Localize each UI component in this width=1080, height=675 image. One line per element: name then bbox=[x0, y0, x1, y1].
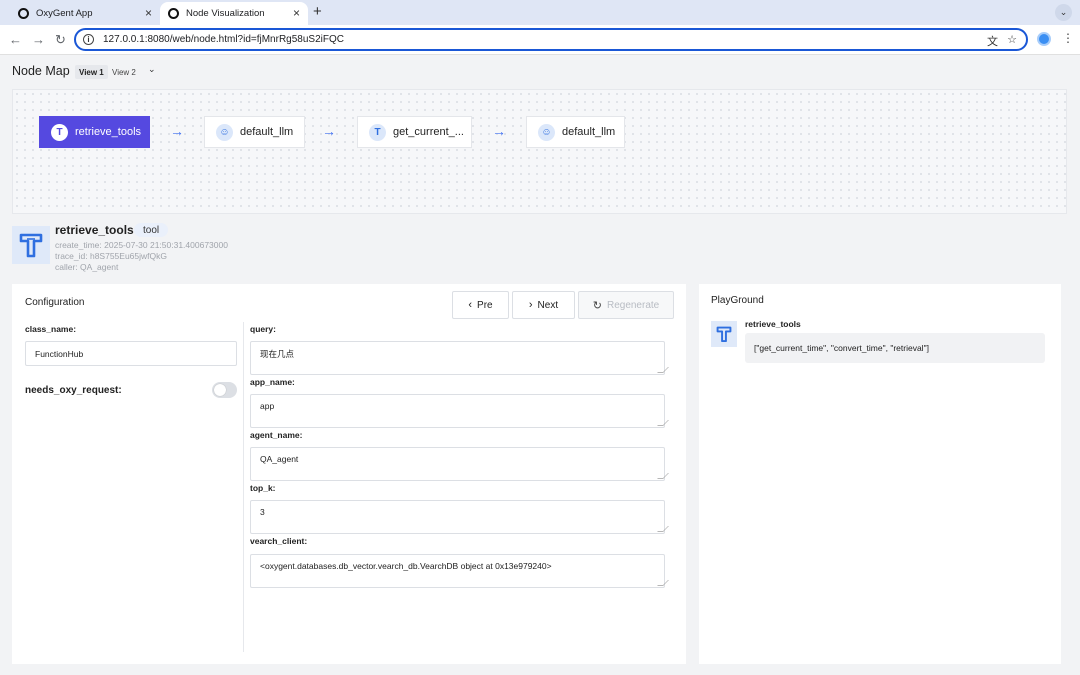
view-1-button[interactable]: View 1 bbox=[75, 65, 108, 79]
oxygent-favicon-icon bbox=[168, 8, 179, 19]
site-info-icon[interactable]: i bbox=[83, 34, 94, 45]
browser-tab-bar: OxyGent App × Node Visualization × + ⌄ bbox=[0, 0, 1080, 25]
message-sender-name: retrieve_tools bbox=[745, 319, 801, 329]
class-name-label: class_name: bbox=[25, 324, 77, 334]
back-arrow-icon[interactable]: ← bbox=[9, 32, 22, 47]
resize-handle[interactable] bbox=[657, 580, 669, 586]
create-time: create_time: 2025-07-30 21:50:31.4006730… bbox=[55, 240, 228, 250]
resize-handle[interactable] bbox=[657, 367, 669, 373]
node-label: default_llm bbox=[562, 126, 616, 138]
next-label: Next bbox=[537, 299, 559, 311]
top-k-value: 3 bbox=[260, 507, 265, 517]
chevron-down-icon[interactable]: ⌄ bbox=[148, 64, 156, 75]
message-bubble: ["get_current_time", "convert_time", "re… bbox=[745, 333, 1045, 363]
new-tab-plus-icon[interactable]: + bbox=[313, 3, 322, 20]
vearch-client-field[interactable]: <oxygent.databases.db_vector.vearch_db.V… bbox=[250, 554, 669, 588]
node-name: retrieve_tools bbox=[55, 223, 134, 237]
llm-icon: ☺ bbox=[216, 123, 233, 141]
needs-oxy-request-label: needs_oxy_request: bbox=[25, 385, 122, 396]
next-button[interactable]: › Next bbox=[512, 291, 575, 319]
browser-menu-icon[interactable]: ⋮ bbox=[1062, 31, 1074, 45]
toggle-knob bbox=[214, 384, 226, 396]
top-k-label: top_k: bbox=[250, 483, 276, 493]
flow-arrow-icon: → bbox=[492, 123, 506, 139]
query-field[interactable]: 现在几点 bbox=[250, 341, 669, 375]
tool-icon: T bbox=[51, 123, 68, 141]
vearch-client-value: <oxygent.databases.db_vector.vearch_db.V… bbox=[260, 561, 552, 571]
tab-node-visualization[interactable]: Node Visualization × bbox=[160, 2, 308, 25]
flow-arrow-icon: → bbox=[322, 123, 336, 139]
app-name-value: app bbox=[260, 401, 275, 411]
resize-handle[interactable] bbox=[657, 526, 669, 532]
node-label: retrieve_tools bbox=[75, 126, 142, 138]
view-2-button[interactable]: View 2 bbox=[108, 65, 140, 79]
reload-icon[interactable]: ↻ bbox=[55, 32, 66, 48]
chevron-right-icon: › bbox=[528, 299, 533, 311]
caller: caller: QA_agent bbox=[55, 262, 119, 272]
address-url[interactable]: 127.0.0.1:8080/web/node.html?id=fjMnrRg5… bbox=[103, 34, 344, 45]
tool-icon bbox=[711, 321, 737, 347]
oxygent-favicon-icon bbox=[18, 8, 29, 19]
column-divider bbox=[243, 322, 244, 652]
tool-icon: T bbox=[369, 123, 386, 141]
tab-search-chevron-icon[interactable]: ⌄ bbox=[1055, 4, 1072, 21]
node-label: get_current_... bbox=[393, 126, 464, 138]
top-k-field[interactable]: 3 bbox=[250, 500, 669, 534]
flow-arrow-icon: → bbox=[170, 123, 184, 139]
configuration-title: Configuration bbox=[25, 297, 85, 308]
needs-oxy-request-toggle[interactable] bbox=[212, 382, 237, 398]
trace-id: trace_id: h8S755Eu65jwfQkG bbox=[55, 251, 167, 261]
tool-icon bbox=[12, 226, 50, 264]
agent-name-value: QA_agent bbox=[260, 454, 299, 464]
forward-arrow-icon[interactable]: → bbox=[32, 32, 45, 47]
llm-icon: ☺ bbox=[538, 123, 555, 141]
extension-icon[interactable] bbox=[1037, 32, 1051, 46]
browser-toolbar: ← → ↻ i 127.0.0.1:8080/web/node.html?id=… bbox=[0, 25, 1080, 55]
node-type-badge: tool bbox=[134, 223, 169, 237]
close-tab-icon[interactable]: × bbox=[293, 6, 300, 20]
playground-title: PlayGround bbox=[711, 295, 764, 306]
node-label: default_llm bbox=[240, 126, 294, 138]
app-name-field[interactable]: app bbox=[250, 394, 669, 428]
node-default-llm[interactable]: ☺ default_llm bbox=[526, 116, 625, 148]
query-value: 现在几点 bbox=[260, 349, 295, 359]
node-default-llm[interactable]: ☺ default_llm bbox=[204, 116, 305, 148]
app-name-label: app_name: bbox=[250, 377, 295, 387]
vearch-client-label: vearch_client: bbox=[250, 536, 308, 546]
query-label: query: bbox=[250, 324, 276, 334]
close-tab-icon[interactable]: × bbox=[145, 6, 152, 20]
bookmark-star-icon[interactable]: ☆ bbox=[1007, 33, 1017, 46]
node-get-current-time[interactable]: T get_current_... bbox=[357, 116, 472, 148]
tab-title: OxyGent App bbox=[36, 8, 93, 19]
page-title: Node Map bbox=[12, 64, 70, 78]
pre-button[interactable]: ‹ Pre bbox=[452, 291, 509, 319]
pre-label: Pre bbox=[477, 299, 493, 311]
agent-name-label: agent_name: bbox=[250, 430, 303, 440]
agent-name-field[interactable]: QA_agent bbox=[250, 447, 669, 481]
node-map-canvas[interactable]: T retrieve_tools → ☺ default_llm → T get… bbox=[12, 89, 1067, 214]
refresh-icon: ↻ bbox=[592, 299, 602, 312]
configuration-panel: Configuration ‹ Pre › Next ↻ Regenerate … bbox=[12, 284, 686, 664]
node-retrieve-tools[interactable]: T retrieve_tools bbox=[39, 116, 150, 148]
address-bar[interactable]: i 127.0.0.1:8080/web/node.html?id=fjMnrR… bbox=[74, 28, 1028, 51]
resize-handle[interactable] bbox=[657, 420, 669, 426]
class-name-field[interactable]: FunctionHub bbox=[25, 341, 237, 366]
regenerate-label: Regenerate bbox=[606, 299, 660, 311]
tab-title: Node Visualization bbox=[186, 8, 265, 19]
playground-panel: PlayGround retrieve_tools ["get_current_… bbox=[699, 284, 1061, 664]
resize-handle[interactable] bbox=[657, 473, 669, 479]
tab-oxygent-app[interactable]: OxyGent App × bbox=[8, 2, 160, 25]
regenerate-button[interactable]: ↻ Regenerate bbox=[578, 291, 674, 319]
chevron-left-icon: ‹ bbox=[468, 299, 473, 311]
translate-icon[interactable]: 文 bbox=[987, 33, 998, 49]
